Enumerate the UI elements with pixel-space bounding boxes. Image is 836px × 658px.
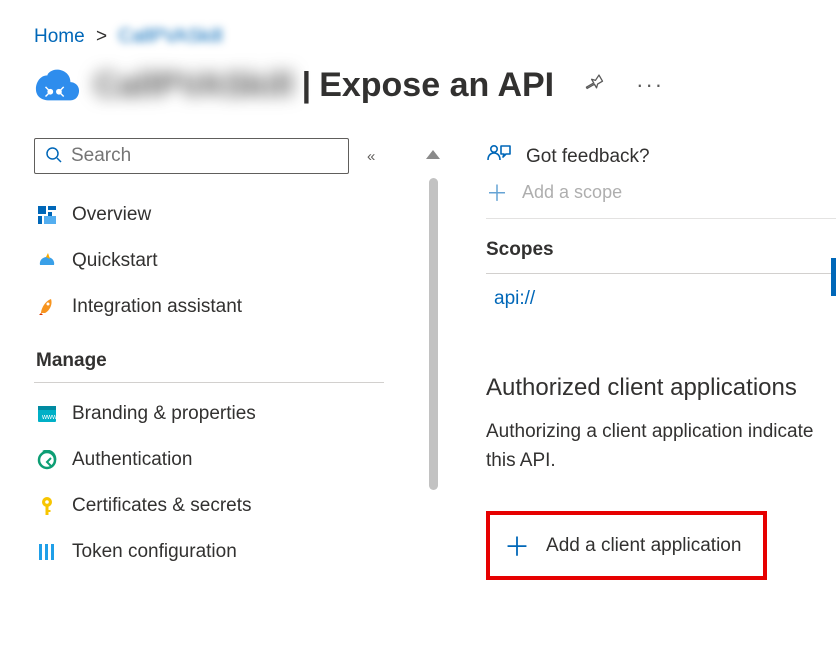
sidebar-item-label: Authentication	[72, 449, 192, 471]
selection-indicator	[831, 258, 836, 296]
add-scope-button[interactable]: ＋ Add a scope	[486, 174, 836, 219]
plus-icon: ＋	[504, 527, 530, 564]
sidebar-item-label: Token configuration	[72, 541, 237, 563]
scope-row: api://	[486, 273, 836, 324]
feedback-icon	[486, 142, 512, 172]
authorized-apps-heading: Authorized client applications	[486, 374, 836, 402]
sidebar: « Overview Quickstart Integration assist…	[34, 138, 414, 658]
collapse-sidebar-icon[interactable]: «	[367, 148, 375, 165]
main-content: Got feedback? ＋ Add a scope Scopes api:/…	[414, 138, 836, 658]
breadcrumb: Home > CallPVASkill	[0, 0, 836, 58]
token-config-icon	[36, 541, 58, 563]
add-scope-label: Add a scope	[522, 182, 622, 203]
authentication-icon	[36, 449, 58, 471]
sidebar-item-authentication[interactable]: Authentication	[34, 437, 414, 483]
sidebar-item-label: Branding & properties	[72, 403, 256, 425]
app-name: CallPVASkill	[94, 66, 294, 105]
rocket-icon	[36, 296, 58, 318]
sidebar-item-overview[interactable]: Overview	[34, 192, 414, 238]
app-registration-icon	[34, 62, 80, 108]
scopes-heading: Scopes	[486, 239, 836, 261]
svg-text:www: www	[41, 414, 57, 421]
sidebar-item-label: Quickstart	[72, 250, 158, 272]
scope-uri-link[interactable]: api://	[494, 288, 535, 309]
search-input[interactable]	[71, 145, 338, 167]
add-client-application-button[interactable]: ＋ Add a client application	[486, 511, 767, 580]
sidebar-item-label: Certificates & secrets	[72, 495, 252, 517]
title-separator: |	[302, 66, 312, 105]
search-box[interactable]	[34, 138, 349, 174]
quickstart-icon	[36, 250, 58, 272]
add-client-application-label: Add a client application	[546, 535, 741, 557]
sidebar-item-label: Integration assistant	[72, 296, 242, 318]
title-text: Expose an API	[319, 66, 554, 105]
sidebar-item-quickstart[interactable]: Quickstart	[34, 238, 414, 284]
branding-icon: www	[36, 403, 58, 425]
overview-icon	[36, 204, 58, 226]
plus-icon: ＋	[486, 176, 508, 208]
search-icon	[45, 146, 63, 167]
breadcrumb-home[interactable]: Home	[34, 26, 85, 47]
more-icon[interactable]: ···	[636, 72, 664, 98]
sidebar-item-integration-assistant[interactable]: Integration assistant	[34, 284, 414, 330]
page-title-row: CallPVASkill | Expose an API ···	[0, 58, 836, 138]
feedback-button[interactable]: Got feedback?	[486, 138, 836, 178]
sidebar-item-certificates[interactable]: Certificates & secrets	[34, 483, 414, 529]
breadcrumb-current[interactable]: CallPVASkill	[118, 26, 222, 47]
sidebar-item-branding[interactable]: www Branding & properties	[34, 391, 414, 437]
sidebar-section-manage: Manage	[34, 330, 384, 383]
key-icon	[36, 495, 58, 517]
feedback-label: Got feedback?	[526, 146, 650, 168]
sidebar-item-token-config[interactable]: Token configuration	[34, 529, 414, 575]
breadcrumb-separator: >	[96, 26, 107, 47]
pin-icon[interactable]	[584, 72, 604, 98]
authorized-apps-description: Authorizing a client application indicat…	[486, 418, 836, 475]
sidebar-item-label: Overview	[72, 204, 151, 226]
page-title: CallPVASkill | Expose an API	[94, 66, 554, 105]
